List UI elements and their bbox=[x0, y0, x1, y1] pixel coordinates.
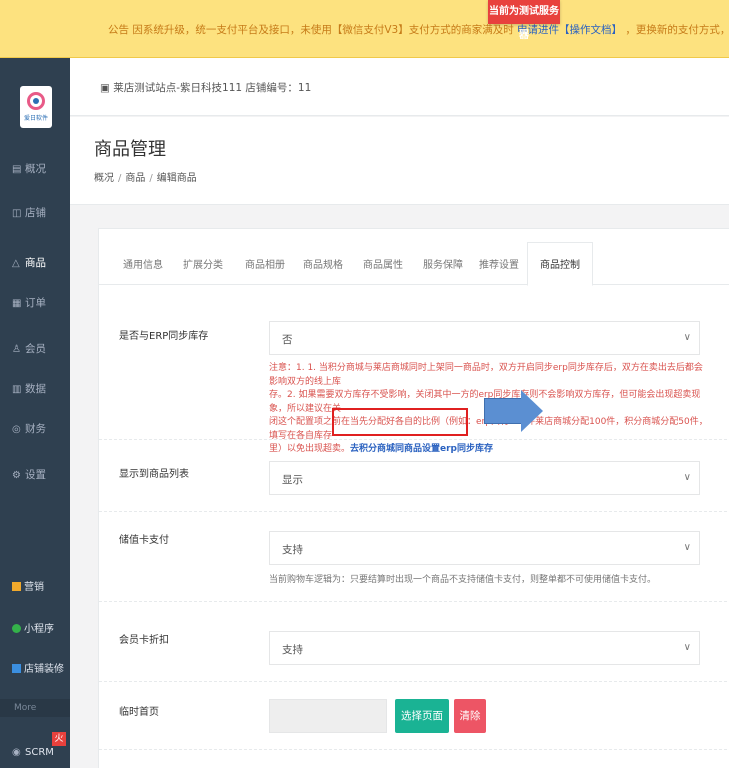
arrow-annotation-icon bbox=[484, 398, 524, 424]
temp-home-label: 临时首页 bbox=[119, 707, 159, 718]
breadcrumb-overview[interactable]: 概况 bbox=[94, 173, 114, 184]
overview-icon: ▤ bbox=[12, 164, 22, 175]
tab-goods-control[interactable]: 商品控制 bbox=[527, 242, 593, 286]
clear-button[interactable]: 清除 bbox=[454, 699, 486, 733]
row-divider bbox=[99, 681, 729, 682]
select-page-button[interactable]: 选择页面 bbox=[395, 699, 449, 733]
store-info: ▣ 莱店测试站点-紫日科技111 店铺编号：11 bbox=[100, 82, 312, 94]
notice-bar: 公告 因系统升级，统一支付平台及接口，未使用【微信支付V3】支付方式的商家满及时… bbox=[0, 0, 729, 58]
sidebar-item-goods[interactable]: △ 商品 bbox=[0, 248, 70, 278]
settings-icon: ⚙ bbox=[12, 470, 21, 481]
sidebar-item-scrm[interactable]: ◉ SCRM 火 bbox=[0, 732, 70, 768]
member-discount-select[interactable]: 支持 ∨ bbox=[269, 631, 700, 665]
logo[interactable]: 爱日软件 bbox=[20, 86, 52, 128]
chevron-down-icon: ∨ bbox=[683, 642, 691, 653]
miniprogram-icon bbox=[12, 624, 21, 633]
notice-text: 公告 因系统升级，统一支付平台及接口，未使用【微信支付V3】支付方式的商家满及时… bbox=[108, 22, 729, 37]
chevron-down-icon: ∨ bbox=[683, 332, 691, 343]
stored-card-hint: 当前购物车逻辑为：只要结算时出现一个商品不支持储值卡支付，则整单都不可使用储值卡… bbox=[269, 575, 657, 585]
tab-specs[interactable]: 商品规格 bbox=[303, 229, 343, 285]
sidebar-more[interactable]: More bbox=[0, 699, 70, 717]
page-title: 商品管理 bbox=[94, 139, 166, 160]
sidebar: 爱日软件 ▤ 概况 ◫ 店铺 △ 商品 ▦ 订单 ♙ 会员 ▥ 数据 ◎ 财务 ⚙ 设置 营销 bbox=[0, 58, 70, 768]
show-in-list-value: 显示 bbox=[282, 474, 303, 486]
tab-service[interactable]: 服务保障 bbox=[423, 229, 463, 285]
breadcrumb-edit-goods: 编辑商品 bbox=[156, 173, 197, 184]
tab-recommend[interactable]: 推荐设置 bbox=[479, 229, 519, 285]
tab-extended-category[interactable]: 扩展分类 bbox=[183, 229, 223, 285]
sidebar-item-marketing[interactable]: 营销 bbox=[0, 574, 70, 602]
marketing-icon bbox=[12, 582, 21, 591]
erp-sync-link[interactable]: 去积分商城同商品设置erp同步库存 bbox=[350, 444, 493, 454]
row-divider bbox=[99, 511, 729, 512]
row-divider bbox=[99, 749, 729, 750]
notice-message-tail: ，更换新的支付方式，以获得更好的支付体验，旧的支付方 bbox=[625, 24, 729, 36]
erp-sync-value: 否 bbox=[282, 334, 293, 346]
tab-general-info[interactable]: 通用信息 bbox=[123, 229, 163, 285]
stored-card-value: 支持 bbox=[282, 544, 303, 556]
sidebar-item-store[interactable]: ◫ 店铺 bbox=[0, 198, 70, 228]
breadcrumb-goods[interactable]: 商品 bbox=[125, 173, 145, 184]
sidebar-item-finance[interactable]: ◎ 财务 bbox=[0, 414, 70, 444]
temp-home-input[interactable] bbox=[269, 699, 387, 733]
member-discount-label: 会员卡折扣 bbox=[119, 635, 169, 646]
breadcrumb: 概况 / 商品 / 编辑商品 bbox=[94, 173, 197, 184]
sidebar-item-decoration[interactable]: 店铺装修 bbox=[0, 656, 70, 684]
highlight-box bbox=[332, 408, 468, 436]
chevron-down-icon: ∨ bbox=[683, 542, 691, 553]
logo-text: 爱日软件 bbox=[23, 115, 48, 122]
erp-sync-label: 是否与ERP同步库存 bbox=[119, 331, 209, 342]
show-in-list-label: 显示到商品列表 bbox=[119, 469, 189, 480]
hot-badge: 火 bbox=[52, 732, 66, 746]
sidebar-item-members[interactable]: ♙ 会员 bbox=[0, 334, 70, 364]
notice-apply-link[interactable]: 申请进件【操作文档】 bbox=[517, 24, 622, 36]
data-icon: ▥ bbox=[12, 384, 22, 395]
arrow-head-icon bbox=[521, 390, 543, 432]
finance-icon: ◎ bbox=[12, 424, 21, 435]
members-icon: ♙ bbox=[12, 344, 21, 355]
sidebar-item-data[interactable]: ▥ 数据 bbox=[0, 374, 70, 404]
store-icon: ◫ bbox=[12, 208, 22, 219]
stored-card-select[interactable]: 支持 ∨ bbox=[269, 531, 700, 565]
sidebar-item-overview[interactable]: ▤ 概况 bbox=[0, 154, 70, 184]
page-header: 商品管理 概况 / 商品 / 编辑商品 bbox=[70, 117, 729, 205]
top-bar: ▣ 莱店测试站点-紫日科技111 店铺编号：11 bbox=[70, 58, 729, 116]
erp-sync-select[interactable]: 否 ∨ bbox=[269, 321, 700, 355]
tab-attributes[interactable]: 商品属性 bbox=[363, 229, 403, 285]
tab-album[interactable]: 商品相册 bbox=[245, 229, 285, 285]
orders-icon: ▦ bbox=[12, 298, 22, 309]
sidebar-item-settings[interactable]: ⚙ 设置 bbox=[0, 460, 70, 490]
sidebar-item-miniprogram[interactable]: 小程序 bbox=[0, 616, 70, 644]
tab-bar: 通用信息 扩展分类 商品相册 商品规格 商品属性 服务保障 推荐设置 商品控制 bbox=[99, 229, 729, 286]
chevron-down-icon: ∨ bbox=[683, 472, 691, 483]
show-in-list-select[interactable]: 显示 ∨ bbox=[269, 461, 700, 495]
sidebar-item-orders[interactable]: ▦ 订单 bbox=[0, 288, 70, 318]
row-divider bbox=[99, 439, 729, 440]
notice-message: 公告 因系统升级，统一支付平台及接口，未使用【微信支付V3】支付方式的商家满及时 bbox=[108, 24, 514, 36]
row-divider bbox=[99, 601, 729, 602]
logo-dot-icon bbox=[33, 98, 39, 104]
edit-goods-card: 通用信息 扩展分类 商品相册 商品规格 商品属性 服务保障 推荐设置 商品控制 … bbox=[98, 228, 729, 768]
store-icon-small: ▣ bbox=[100, 82, 114, 94]
stored-card-label: 储值卡支付 bbox=[119, 535, 169, 546]
app-root: 公告 因系统升级，统一支付平台及接口，未使用【微信支付V3】支付方式的商家满及时… bbox=[0, 0, 729, 768]
test-server-badge: 当前为测试服务器 bbox=[488, 0, 560, 41]
goods-icon: △ bbox=[12, 258, 20, 269]
decoration-icon bbox=[12, 664, 21, 673]
scrm-icon: ◉ bbox=[12, 747, 21, 758]
member-discount-value: 支持 bbox=[282, 644, 303, 656]
